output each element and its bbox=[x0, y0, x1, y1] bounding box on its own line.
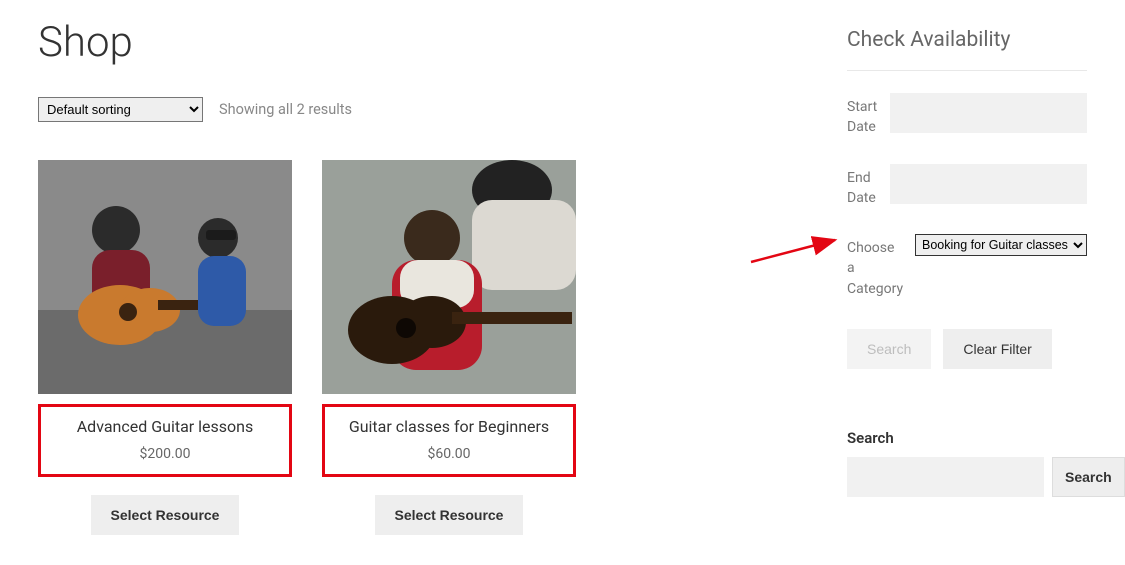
product-card: Advanced Guitar lessons $200.00 Select R… bbox=[38, 160, 292, 535]
start-date-label: Start Date bbox=[847, 93, 880, 138]
category-select[interactable]: Booking for Guitar classes bbox=[915, 234, 1087, 256]
product-image[interactable] bbox=[322, 160, 576, 394]
end-date-label: End Date bbox=[847, 164, 880, 209]
clear-filter-button[interactable]: Clear Filter bbox=[943, 329, 1051, 369]
search-widget-title: Search bbox=[847, 429, 1087, 447]
check-availability-title: Check Availability bbox=[847, 28, 1087, 52]
search-submit-button[interactable]: Search bbox=[1052, 457, 1125, 497]
product-title[interactable]: Guitar classes for Beginners bbox=[329, 417, 569, 436]
select-resource-button[interactable]: Select Resource bbox=[91, 495, 240, 535]
page-title: Shop bbox=[38, 18, 817, 67]
product-info-highlight: Advanced Guitar lessons $200.00 bbox=[38, 404, 292, 477]
divider bbox=[847, 70, 1087, 71]
sorting-select[interactable]: Default sorting bbox=[38, 97, 203, 122]
availability-search-button[interactable]: Search bbox=[847, 329, 931, 369]
product-title[interactable]: Advanced Guitar lessons bbox=[45, 417, 285, 436]
product-card: Guitar classes for Beginners $60.00 Sele… bbox=[322, 160, 576, 535]
select-resource-button[interactable]: Select Resource bbox=[375, 495, 524, 535]
end-date-input[interactable] bbox=[890, 164, 1087, 204]
product-price: $60.00 bbox=[329, 446, 569, 462]
start-date-input[interactable] bbox=[890, 93, 1087, 133]
product-image[interactable] bbox=[38, 160, 292, 394]
result-count: Showing all 2 results bbox=[219, 101, 352, 118]
search-input[interactable] bbox=[847, 457, 1044, 497]
product-info-highlight: Guitar classes for Beginners $60.00 bbox=[322, 404, 576, 477]
category-label: Choose a Category bbox=[847, 234, 905, 299]
shop-toolbar: Default sorting Showing all 2 results bbox=[38, 97, 817, 122]
product-price: $200.00 bbox=[45, 446, 285, 462]
